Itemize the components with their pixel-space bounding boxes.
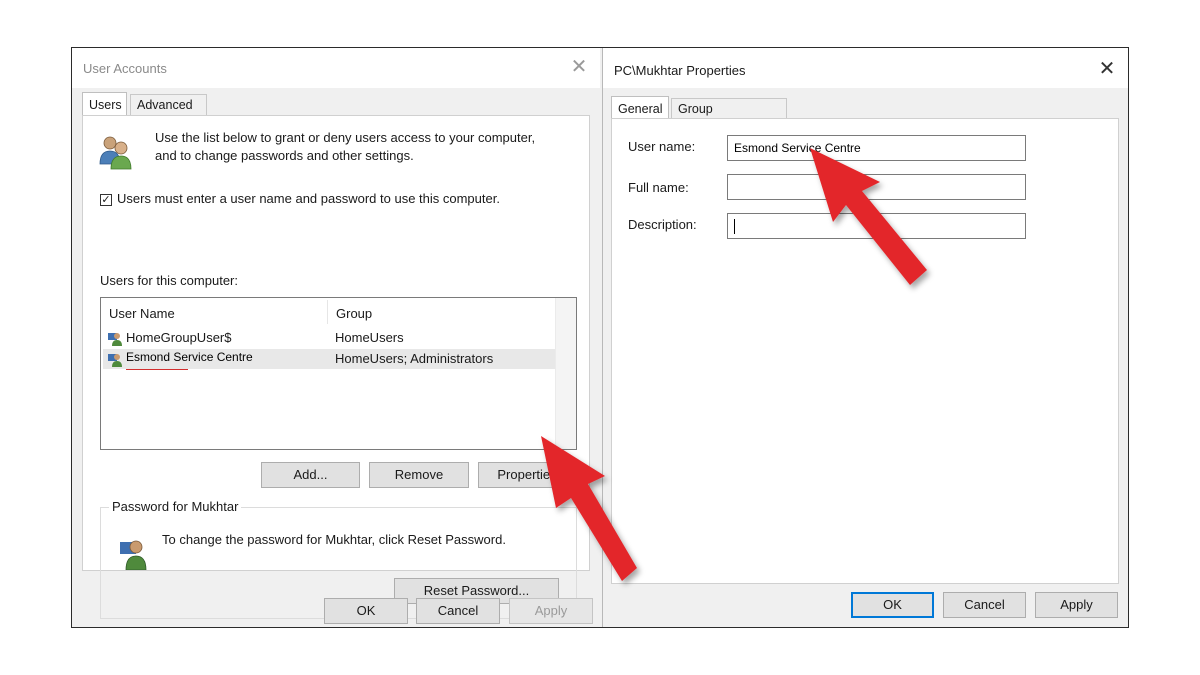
table-row[interactable]: HomeGroupUser$ HomeUsers <box>103 328 555 348</box>
description-input[interactable] <box>727 213 1026 239</box>
ok-button[interactable]: OK <box>324 598 408 624</box>
tab-advanced[interactable]: Advanced <box>130 94 207 115</box>
tab-users[interactable]: Users <box>82 92 127 115</box>
column-divider <box>327 300 328 324</box>
remove-button[interactable]: Remove <box>369 462 469 488</box>
general-tab-panel: User name: Esmond Service Centre Full na… <box>611 118 1119 584</box>
user-accounts-dialog: User Accounts ✕ Users Advanced Use the l… <box>72 48 600 627</box>
intro-text-line1: Use the list below to grant or deny user… <box>155 130 536 145</box>
add-button[interactable]: Add... <box>261 462 360 488</box>
users-for-computer-label: Users for this computer: <box>100 273 238 288</box>
user-icon <box>108 333 122 346</box>
users-listbox[interactable]: User Name Group HomeGroupUser$ HomeUsers <box>100 297 577 450</box>
user-icon <box>108 354 122 367</box>
description-label: Description: <box>628 217 697 232</box>
tab-general[interactable]: General <box>611 96 669 119</box>
column-header-user-name[interactable]: User Name <box>109 306 175 321</box>
apply-button[interactable]: Apply <box>509 598 593 624</box>
name-underline <box>126 369 188 370</box>
listbox-scrollbar[interactable] <box>555 298 576 449</box>
text-caret <box>734 219 735 234</box>
user-name-label: User name: <box>628 139 696 154</box>
properties-titlebar: PC\Mukhtar Properties ✕ <box>603 48 1128 88</box>
user-accounts-title: User Accounts <box>83 61 167 76</box>
intro-text-line2: and to change passwords and other settin… <box>155 148 414 163</box>
ok-button[interactable]: OK <box>851 592 934 618</box>
column-header-group[interactable]: Group <box>336 306 372 321</box>
user-name-cell: Esmond Service Centre <box>126 350 253 364</box>
properties-button[interactable]: Properties <box>478 462 576 488</box>
group-cell: HomeUsers; Administrators <box>335 351 494 366</box>
close-icon[interactable]: ✕ <box>568 56 590 78</box>
properties-title: PC\Mukhtar Properties <box>614 63 746 78</box>
require-login-checkbox[interactable]: ✓ <box>100 194 112 206</box>
full-name-label: Full name: <box>628 180 689 195</box>
properties-dialog: PC\Mukhtar Properties ✕ General Group Me… <box>602 48 1128 627</box>
users-icon <box>99 136 132 170</box>
checkmark-icon: ✓ <box>101 194 111 206</box>
full-name-input[interactable] <box>727 174 1026 200</box>
user-name-input[interactable]: Esmond Service Centre <box>727 135 1026 161</box>
group-cell: HomeUsers <box>335 330 404 345</box>
password-instructions: To change the password for Mukhtar, clic… <box>162 532 506 547</box>
user-name-cell: HomeGroupUser$ <box>126 330 232 345</box>
cancel-button[interactable]: Cancel <box>416 598 500 624</box>
apply-button[interactable]: Apply <box>1035 592 1118 618</box>
require-login-label: Users must enter a user name and passwor… <box>117 191 500 206</box>
close-icon[interactable]: ✕ <box>1096 58 1118 80</box>
password-group-title: Password for Mukhtar <box>109 499 242 514</box>
cancel-button[interactable]: Cancel <box>943 592 1026 618</box>
users-tab-panel: Use the list below to grant or deny user… <box>82 115 590 619</box>
tab-group-membership[interactable]: Group Membership <box>671 98 787 137</box>
user-icon <box>120 540 147 570</box>
user-accounts-titlebar: User Accounts ✕ <box>72 48 600 88</box>
table-row-selected[interactable]: Esmond Service Centre HomeUsers; Adminis… <box>103 349 555 369</box>
